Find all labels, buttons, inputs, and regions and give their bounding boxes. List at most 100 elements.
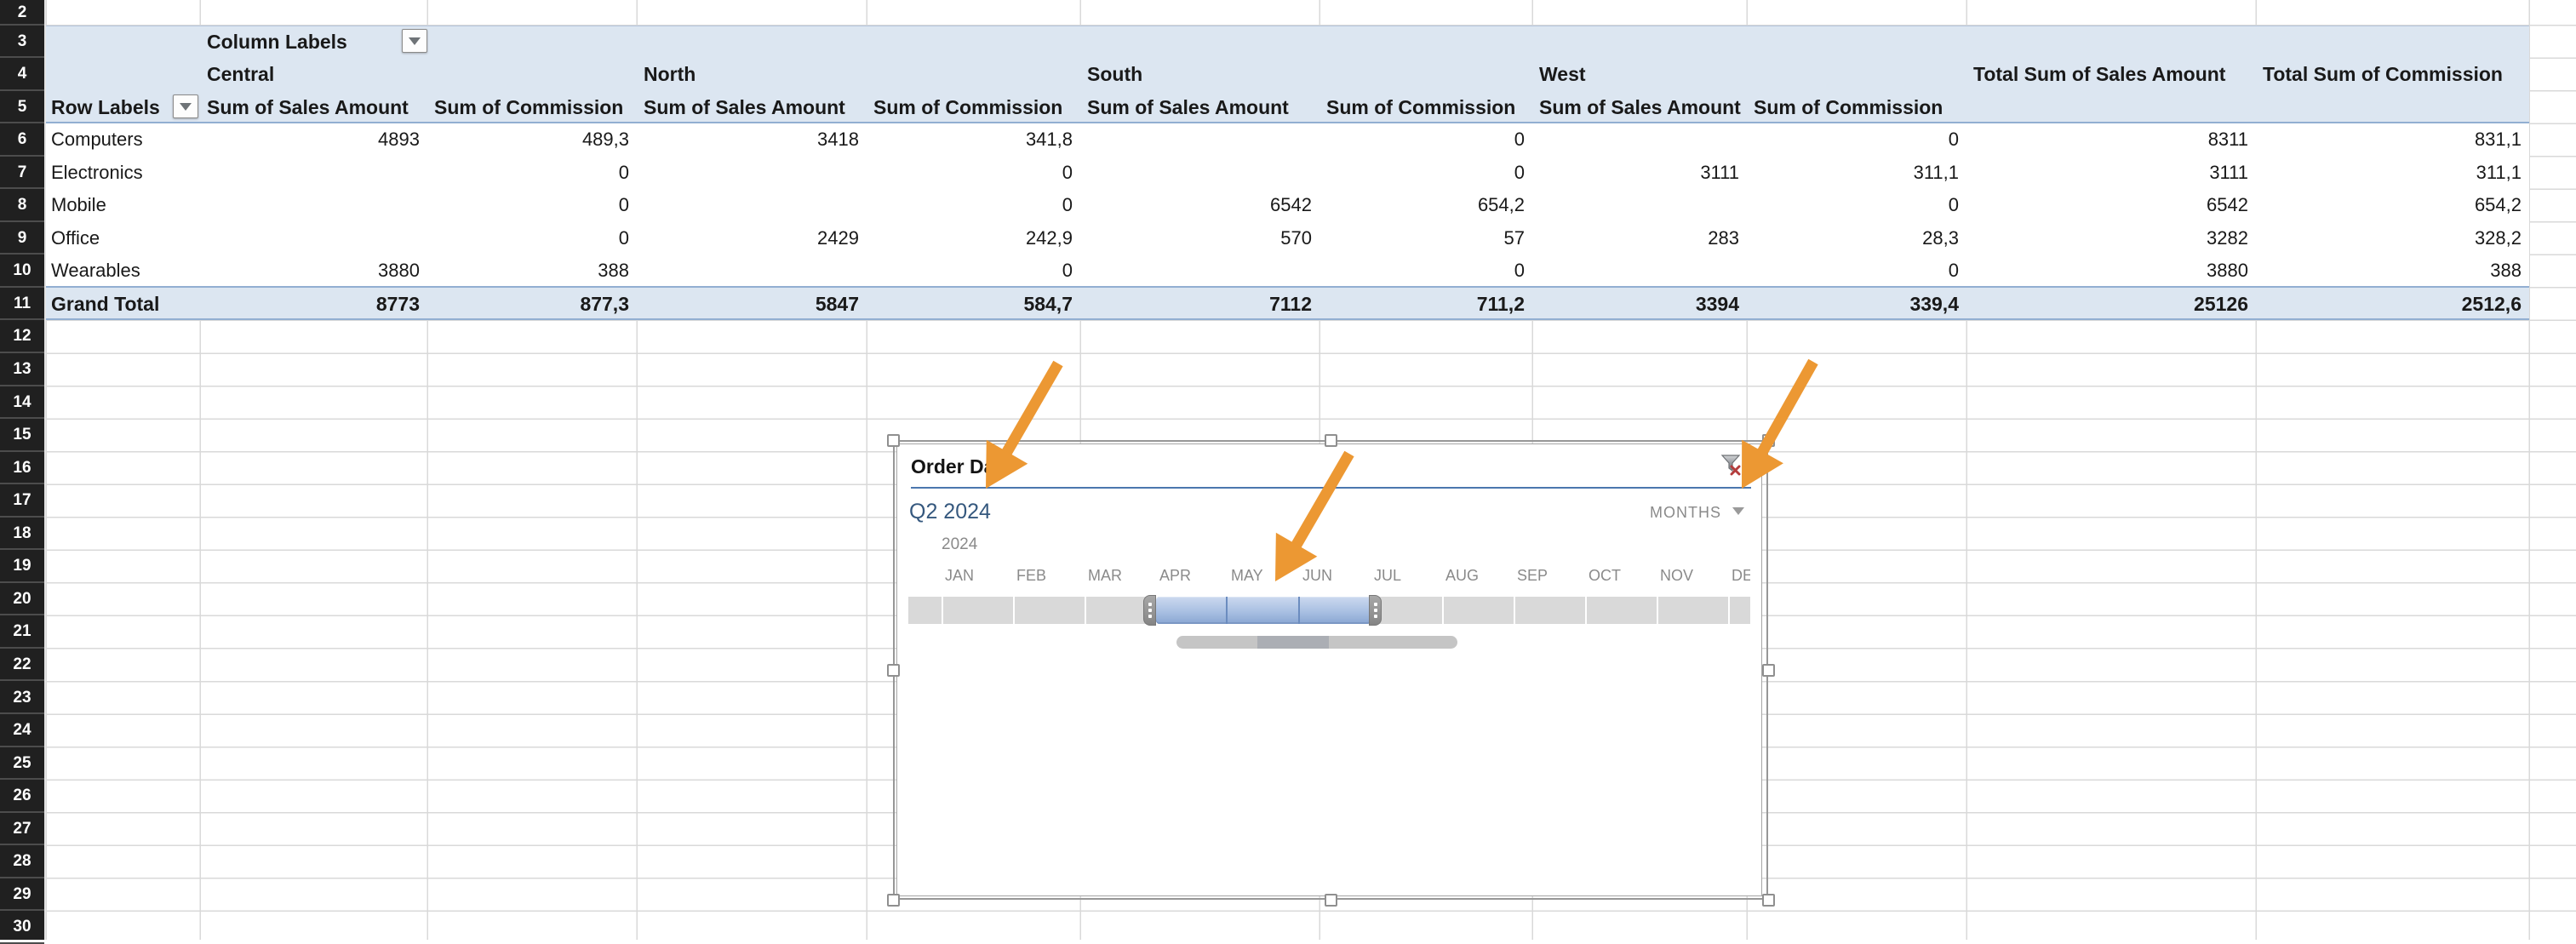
row-number[interactable]: 10 [0, 255, 44, 288]
pivot-value-cell[interactable]: 877,3 [427, 288, 629, 321]
pivot-value-cell[interactable]: 6542 [1966, 189, 2248, 222]
timeline-month-cell[interactable] [1587, 597, 1657, 624]
row-labels-filter-cell[interactable]: Row Labels [51, 91, 170, 124]
pivot-value-cell[interactable]: 0 [1319, 255, 1525, 288]
pivot-value-cell[interactable]: 0 [1747, 123, 1959, 157]
pivot-value-cell[interactable]: 4893 [200, 123, 420, 157]
row-number[interactable]: 4 [0, 58, 44, 91]
timeline-selected-range[interactable] [1156, 597, 1371, 624]
pivot-value-cell[interactable]: 25126 [1966, 288, 2248, 321]
pivot-value-cell[interactable]: 654,2 [1319, 189, 1525, 222]
pivot-region-header[interactable]: Central [207, 58, 420, 91]
row-number[interactable]: 22 [0, 649, 44, 682]
pivot-value-cell[interactable]: 0 [1319, 157, 1525, 190]
pivot-value-cell[interactable]: 311,1 [1747, 157, 1959, 190]
timeline-month-cell[interactable] [943, 597, 1013, 624]
row-number[interactable]: 5 [0, 91, 44, 124]
pivot-measure-header[interactable]: Sum of Commission [1754, 91, 1962, 124]
clear-filter-icon[interactable] [1720, 453, 1743, 478]
pivot-value-cell[interactable]: 8311 [1966, 123, 2248, 157]
row-number[interactable]: 23 [0, 682, 44, 715]
row-number[interactable]: 2 [0, 0, 44, 26]
pivot-value-cell[interactable]: 0 [867, 255, 1073, 288]
time-level-dropdown[interactable]: MONTHS [1600, 502, 1721, 523]
row-number[interactable]: 17 [0, 484, 44, 518]
pivot-row-label[interactable]: Grand Total [51, 288, 196, 321]
slicer-resize-handle-bottom-left[interactable] [887, 894, 900, 907]
row-number[interactable]: 18 [0, 518, 44, 551]
pivot-value-cell[interactable]: 0 [1747, 255, 1959, 288]
pivot-region-header[interactable]: North [644, 58, 856, 91]
pivot-value-cell[interactable]: 388 [2256, 255, 2522, 288]
row-number[interactable]: 7 [0, 157, 44, 190]
pivot-measure-header[interactable]: Sum of Commission [1326, 91, 1535, 124]
pivot-value-cell[interactable]: 3111 [1966, 157, 2248, 190]
slicer-resize-handle-top-left[interactable] [887, 434, 900, 447]
row-number[interactable]: 9 [0, 222, 44, 255]
pivot-measure-header[interactable]: Sum of Commission [873, 91, 1082, 124]
row-number[interactable]: 6 [0, 123, 44, 157]
pivot-value-cell[interactable]: 3880 [200, 255, 420, 288]
pivot-value-cell[interactable]: 28,3 [1747, 222, 1959, 255]
pivot-value-cell[interactable]: 654,2 [2256, 189, 2522, 222]
pivot-value-cell[interactable]: 6542 [1080, 189, 1312, 222]
pivot-value-cell[interactable]: 570 [1080, 222, 1312, 255]
pivot-measure-header[interactable]: Sum of Commission [434, 91, 643, 124]
slicer-resize-handle-middle-left[interactable] [887, 664, 900, 677]
pivot-row-label[interactable]: Electronics [51, 157, 196, 190]
row-number[interactable]: 11 [0, 288, 44, 321]
pivot-measure-header[interactable]: Sum of Sales Amount [1539, 91, 1748, 124]
pivot-value-cell[interactable]: 584,7 [867, 288, 1073, 321]
row-number[interactable]: 21 [0, 615, 44, 649]
pivot-region-header[interactable]: South [1087, 58, 1300, 91]
column-labels-filter-button[interactable] [402, 29, 427, 53]
row-number[interactable]: 24 [0, 714, 44, 747]
column-labels-filter-cell[interactable]: Column Labels [207, 26, 428, 59]
pivot-measure-header[interactable]: Sum of Sales Amount [207, 91, 415, 124]
pivot-value-cell[interactable]: 7112 [1080, 288, 1312, 321]
row-number[interactable]: 19 [0, 550, 44, 583]
pivot-grand-header[interactable]: Total Sum of Commission [2263, 58, 2527, 91]
pivot-row-label[interactable]: Office [51, 222, 196, 255]
pivot-value-cell[interactable]: 3394 [1532, 288, 1739, 321]
pivot-value-cell[interactable]: 283 [1532, 222, 1739, 255]
pivot-value-cell[interactable]: 2512,6 [2256, 288, 2522, 321]
pivot-value-cell[interactable]: 0 [427, 157, 629, 190]
pivot-value-cell[interactable]: 489,3 [427, 123, 629, 157]
row-number[interactable]: 16 [0, 452, 44, 485]
row-number[interactable]: 15 [0, 419, 44, 452]
pivot-value-cell[interactable]: 711,2 [1319, 288, 1525, 321]
pivot-value-cell[interactable]: 3880 [1966, 255, 2248, 288]
timeline-month-cell[interactable] [1015, 597, 1085, 624]
timeline-month-cell[interactable] [1444, 597, 1514, 624]
chevron-down-icon[interactable] [1732, 507, 1744, 515]
row-number[interactable]: 8 [0, 189, 44, 222]
pivot-value-cell[interactable]: 2429 [637, 222, 859, 255]
row-number[interactable]: 3 [0, 26, 44, 59]
slicer-resize-handle-middle-right[interactable] [1762, 664, 1775, 677]
pivot-value-cell[interactable]: 8773 [200, 288, 420, 321]
pivot-value-cell[interactable]: 0 [427, 222, 629, 255]
pivot-value-cell[interactable]: 0 [1747, 189, 1959, 222]
pivot-value-cell[interactable]: 0 [867, 189, 1073, 222]
pivot-grand-header[interactable]: Total Sum of Sales Amount [1973, 58, 2254, 91]
pivot-value-cell[interactable]: 0 [867, 157, 1073, 190]
pivot-value-cell[interactable]: 339,4 [1747, 288, 1959, 321]
pivot-region-header[interactable]: West [1539, 58, 1752, 91]
row-number[interactable]: 26 [0, 780, 44, 813]
row-number[interactable]: 13 [0, 353, 44, 386]
pivot-value-cell[interactable]: 388 [427, 255, 629, 288]
pivot-measure-header[interactable]: Sum of Sales Amount [644, 91, 852, 124]
pivot-value-cell[interactable]: 3282 [1966, 222, 2248, 255]
timeline-month-cell[interactable] [1515, 597, 1585, 624]
row-number[interactable]: 14 [0, 386, 44, 420]
row-number[interactable]: 27 [0, 813, 44, 846]
timeline-scrollbar-thumb[interactable] [1257, 636, 1329, 649]
pivot-value-cell[interactable]: 0 [1319, 123, 1525, 157]
slicer-resize-handle-bottom-right[interactable] [1762, 894, 1775, 907]
timeline-month-cell-partial[interactable] [908, 597, 942, 624]
row-number[interactable]: 25 [0, 747, 44, 781]
row-number[interactable]: 28 [0, 845, 44, 878]
timeline-month-cell[interactable] [1730, 597, 1750, 624]
pivot-row-label[interactable]: Wearables [51, 255, 196, 288]
